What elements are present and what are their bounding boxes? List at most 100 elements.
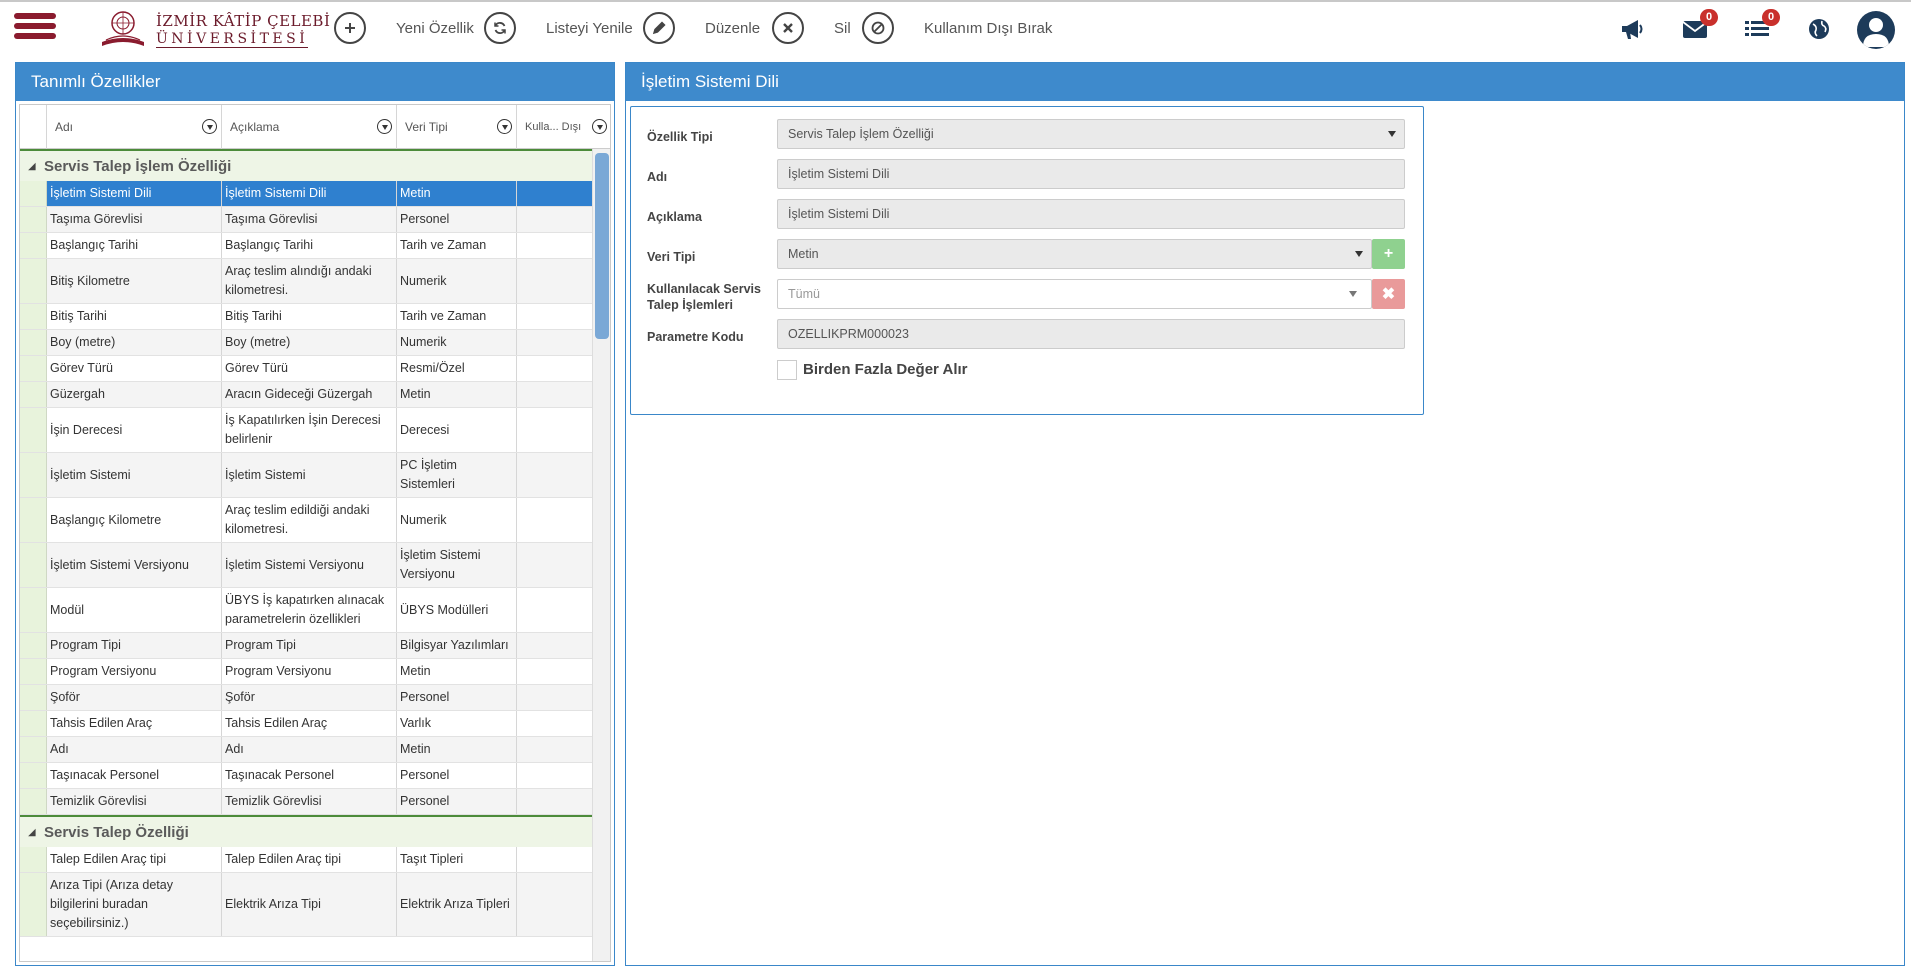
veri-tipi-select[interactable]: Metin [777,239,1372,269]
megaphone-icon[interactable] [1618,14,1648,44]
deactivate-label: Kullanım Dışı Bırak [924,19,1053,37]
cell-aciklama: Tahsis Edilen Araç [222,711,397,736]
group-name: Servis Talep Özelliği [44,823,189,841]
cell-veri-tipi: Tarih ve Zaman [397,304,517,329]
grid-scrollbar-thumb[interactable] [595,153,609,339]
cell-aciklama: Araç teslim edildiği andaki kilometresi. [222,498,397,542]
aciklama-label: Açıklama [647,210,702,224]
filter-icon[interactable] [592,119,607,134]
filter-icon[interactable] [202,119,217,134]
row-indent [20,330,47,355]
table-row[interactable]: İşletim Sistemi İşletim Sistemi PC İşletim… [20,453,594,498]
cell-adi: Tahsis Edilen Araç [47,711,222,736]
deactivate-button[interactable]: Kullanım Dışı Bırak [862,10,1052,46]
kullanilacak-select[interactable]: Tümü [777,279,1372,309]
table-row[interactable]: Başlangıç Kilometre Araç teslim edildiği … [20,498,594,543]
group-row[interactable]: ◢ Servis Talep Özelliği [20,815,594,847]
cell-aciklama: Program Versiyonu [222,659,397,684]
cell-kullanim-disi [517,382,594,407]
table-row[interactable]: Tahsis Edilen Araç Tahsis Edilen Araç Varl… [20,711,594,737]
table-row[interactable]: Güzergah Aracın Gideceği Güzergah Metin [20,382,594,408]
row-indent [20,737,47,762]
table-row[interactable]: Modül ÜBYS İş kapatırken alınacak paramet… [20,588,594,633]
table-row[interactable]: Bitiş Tarihi Bitiş Tarihi Tarih ve Zaman [20,304,594,330]
university-logo[interactable]: İZMİR KÂTİP ÇELEBİ ÜNİVERSİTESİ [98,8,330,50]
cell-kullanim-disi [517,737,594,762]
new-property-label: Yeni Özellik [396,19,474,37]
delete-button[interactable]: Sil [772,10,851,46]
refresh-list-button[interactable]: Listeyi Yenile [484,10,633,46]
group-row[interactable]: ◢ Servis Talep İşlem Özelliği [20,149,594,181]
logo-text-line1: İZMİR KÂTİP ÇELEBİ [156,12,331,30]
collapse-caret-icon[interactable]: ◢ [20,827,44,838]
filter-icon[interactable] [497,119,512,134]
row-indent [20,588,47,632]
grid-scrollbar[interactable] [592,149,610,961]
cell-veri-tipi: Numerik [397,498,517,542]
adi-label: Adı [647,170,668,184]
envelope-icon[interactable]: 0 [1680,9,1718,44]
cell-adi: İşletim Sistemi [47,453,222,497]
table-row[interactable]: Taşınacak Personel Taşınacak Personel Pers… [20,763,594,789]
grid-body: ◢ Servis Talep İşlem Özelliği İşletim Sist… [20,149,594,961]
cell-kullanim-disi [517,543,594,587]
column-header-kullanim-disi[interactable]: Kulla... Dışı [517,105,610,149]
collapse-caret-icon[interactable]: ◢ [20,161,44,172]
ozellik-tipi-select[interactable]: Servis Talep İşlem Özelliği [777,119,1405,149]
column-header-veri-tipi[interactable]: Veri Tipi [397,105,517,149]
cell-kullanim-disi [517,763,594,788]
table-row[interactable]: Şoför Şoför Personel [20,685,594,711]
row-indent [20,873,47,936]
table-row[interactable]: Boy (metre) Boy (metre) Numerik [20,330,594,356]
table-row[interactable]: İşletim Sistemi Dili İşletim Sistemi Dili… [20,181,594,207]
cell-aciklama: Taşınacak Personel [222,763,397,788]
user-avatar-icon[interactable] [1857,11,1895,49]
aciklama-field[interactable]: İşletim Sistemi Dili [777,199,1405,229]
cell-adi: Program Versiyonu [47,659,222,684]
table-row[interactable]: İşin Derecesi İş Kapatılırken İşin Derece… [20,408,594,453]
cell-kullanim-disi [517,408,594,452]
delete-label: Sil [834,19,851,37]
cell-kullanim-disi [517,453,594,497]
ozellik-tipi-value: Servis Talep İşlem Özelliği [788,127,934,141]
cell-adi: Talep Edilen Araç tipi [47,847,222,872]
table-row[interactable]: Program Tipi Program Tipi Bilgisyar Yazılı… [20,633,594,659]
row-indent [20,356,47,381]
university-emblem-icon [102,11,144,46]
globe-icon[interactable] [1804,14,1834,44]
adi-field[interactable]: İşletim Sistemi Dili [777,159,1405,189]
hamburger-menu-icon[interactable] [14,13,56,43]
add-data-type-button[interactable]: + [1372,239,1405,269]
column-header-adi[interactable]: Adı [47,105,222,149]
cell-veri-tipi: Elektrik Arıza Tipleri [397,873,517,936]
table-row[interactable]: Bitiş Kilometre Araç teslim alındığı anda… [20,259,594,304]
cell-aciklama: Elektrik Arıza Tipi [222,873,397,936]
cell-aciklama: İşletim Sistemi Dili [222,181,397,206]
filter-icon[interactable] [377,119,392,134]
table-row[interactable]: Arıza Tipi (Arıza detay bilgilerini bura… [20,873,594,937]
list-icon[interactable]: 0 [1742,9,1780,44]
new-property-button[interactable]: Yeni Özellik [334,10,474,46]
column-header-aciklama[interactable]: Açıklama [222,105,397,149]
cell-kullanim-disi [517,685,594,710]
table-row[interactable]: İşletim Sistemi Versiyonu İşletim Sistemi… [20,543,594,588]
parametre-kodu-field[interactable]: OZELLIKPRM000023 [777,319,1405,349]
property-form: Özellik Tipi Servis Talep İşlem Özelliği… [630,106,1424,415]
table-row[interactable]: Temizlik Görevlisi Temizlik Görevlisi Pers… [20,789,594,815]
cell-adi: İşin Derecesi [47,408,222,452]
table-row[interactable]: Başlangıç Tarihi Başlangıç Tarihi Tarih ve… [20,233,594,259]
cell-kullanim-disi [517,356,594,381]
birden-fazla-checkbox[interactable] [777,360,797,380]
table-row[interactable]: Görev Türü Görev Türü Resmi/Özel [20,356,594,382]
table-row[interactable]: Adı Adı Metin [20,737,594,763]
clear-selection-button[interactable]: ✖ [1372,279,1405,309]
edit-button[interactable]: Düzenle [643,10,760,46]
cell-adi: Boy (metre) [47,330,222,355]
cell-adi: Program Tipi [47,633,222,658]
table-row[interactable]: Program Versiyonu Program Versiyonu Metin [20,659,594,685]
row-indent [20,498,47,542]
table-row[interactable]: Talep Edilen Araç tipi Talep Edilen Araç … [20,847,594,873]
cell-veri-tipi: Metin [397,659,517,684]
cell-adi: Bitiş Tarihi [47,304,222,329]
table-row[interactable]: Taşıma Görevlisi Taşıma Görevlisi Personel [20,207,594,233]
